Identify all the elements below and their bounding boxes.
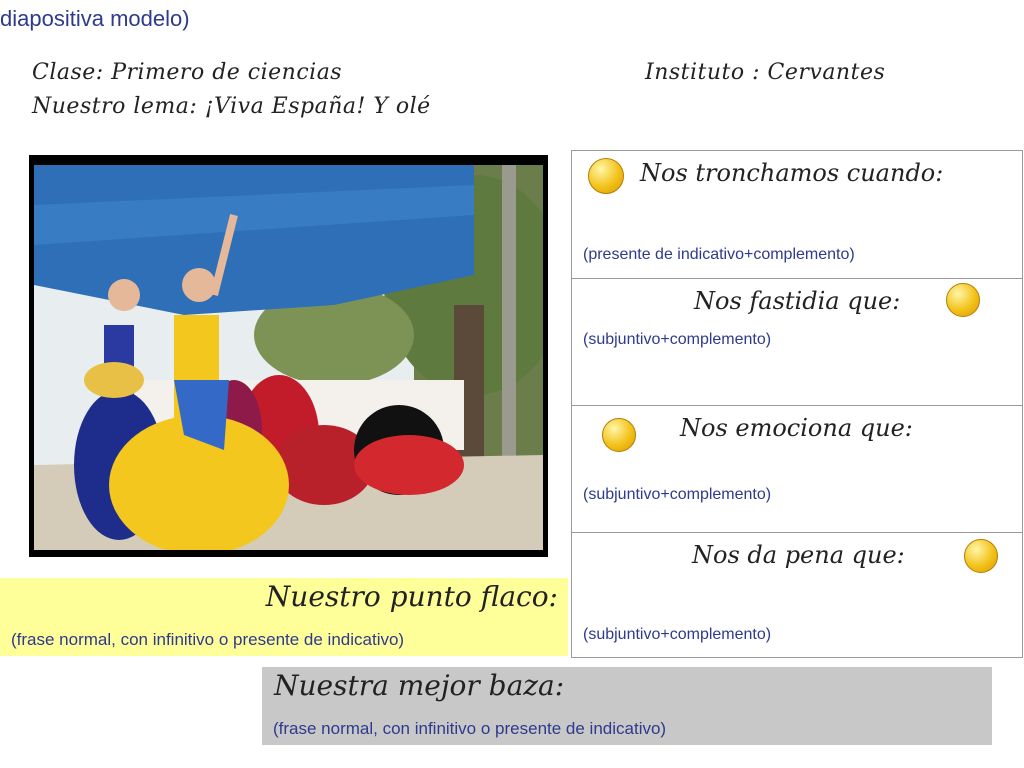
row-title: Nos emociona que: <box>680 414 913 442</box>
row-subtitle: (subjuntivo+complemento) <box>583 331 772 348</box>
flamenco-dancers-image <box>34 165 543 550</box>
institute-label: Instituto : Cervantes <box>645 60 886 85</box>
best-asset-subtitle: (frase normal, con infinitivo o presente… <box>273 719 667 738</box>
slide-header-title: diapositiva modelo) <box>0 6 190 31</box>
best-asset-title: Nuestra mejor baza: <box>274 669 565 702</box>
table-row-fastidia: Nos fastidia que: (subjuntivo+complement… <box>572 278 1022 405</box>
laughing-face-icon <box>588 158 624 194</box>
dancers-photo-frame <box>29 155 548 557</box>
weak-point-subtitle: (frase normal, con infinitivo o presente… <box>11 630 405 649</box>
love-face-icon <box>602 418 636 452</box>
dancers-photo <box>34 165 543 550</box>
angry-face-icon <box>946 283 980 317</box>
table-row-pena: Nos da pena que: (subjuntivo+complemento… <box>572 532 1022 659</box>
row-subtitle: (subjuntivo+complemento) <box>583 626 772 643</box>
row-subtitle: (presente de indicativo+complemento) <box>583 246 855 263</box>
table-row-tronchamos: Nos tronchamos cuando: (presente de indi… <box>572 151 1022 278</box>
best-asset-box: Nuestra mejor baza: (frase normal, con i… <box>262 667 992 745</box>
row-title: Nos fastidia que: <box>694 287 901 315</box>
table-row-emociona: Nos emociona que: (subjuntivo+complement… <box>572 405 1022 532</box>
sad-face-icon <box>964 539 998 573</box>
row-title: Nos tronchamos cuando: <box>640 159 944 187</box>
weak-point-box: Nuestro punto flaco: (frase normal, con … <box>0 578 568 656</box>
row-subtitle: (subjuntivo+complemento) <box>583 486 772 503</box>
weak-point-title: Nuestro punto flaco: <box>265 580 558 613</box>
row-title: Nos da pena que: <box>692 541 905 569</box>
class-label: Clase: Primero de ciencias <box>32 60 343 85</box>
feelings-table: Nos tronchamos cuando: (presente de indi… <box>571 150 1023 658</box>
motto-label: Nuestro lema: ¡Viva España! Y olé <box>32 94 431 119</box>
